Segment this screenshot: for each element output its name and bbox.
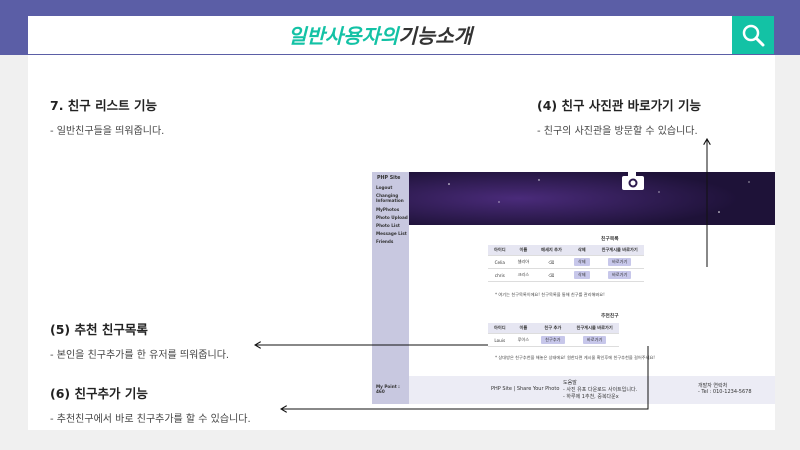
col-header: 친구게시물 바로가기	[570, 323, 619, 334]
cell-id: Celia	[488, 255, 512, 269]
table-row: Celia 셀리아 ⌫ 삭제 바로가기	[488, 255, 644, 269]
banner-galaxy	[409, 172, 775, 225]
search-icon	[742, 24, 765, 47]
section-friend-list: 7. 친구 리스트 기능 - 일반친구들을 띄워줍니다.	[50, 95, 164, 137]
cell-id: Louis	[488, 333, 512, 347]
col-header: 이름	[511, 245, 536, 256]
title-accent: 일반사용자의	[287, 24, 399, 48]
message-icon[interactable]: ⌫	[535, 255, 568, 269]
delete-button[interactable]: 삭제	[573, 271, 590, 279]
col-header: 친구 추가	[535, 323, 571, 334]
mini-sidebar: PHP Site Logout Changing Information MyP…	[372, 172, 409, 404]
delete-button[interactable]: 삭제	[573, 258, 590, 266]
embedded-screenshot: PHP Site Logout Changing Information MyP…	[372, 172, 775, 404]
goto-button[interactable]: 바로가기	[582, 336, 607, 344]
cell-name: 크리스	[511, 268, 536, 282]
mini-recommend-note: * 상대방은 친구추천을 해놓은 상태에요! 원한다면 게시물 확인후에 친구추…	[495, 355, 655, 360]
cell-id: chris	[488, 268, 512, 282]
title-bar: 일반사용자의기능소개	[28, 16, 732, 54]
mini-nav-photo-list[interactable]: Photo List	[376, 223, 400, 228]
page-title: 일반사용자의기능소개	[28, 20, 732, 49]
section-recommend: (5) 추천 친구목록 - 본인을 친구추가를 한 유저를 띄워줍니다.	[50, 319, 229, 361]
mini-friends-table: 아이디 이름 메세지 추가 삭제 친구게시물 바로가기 Celia 셀리아 ⌫ …	[488, 245, 644, 282]
title-rest: 기능소개	[398, 24, 472, 48]
bottom-margin	[0, 430, 800, 450]
message-icon[interactable]: ⌫	[535, 268, 568, 282]
footer-help-2: - 하루에 1추천, 중복다운x	[563, 394, 619, 400]
mini-nav-changing-info[interactable]: Changing Information	[376, 193, 408, 203]
section-desc: - 추천친구에서 바로 친구추가를 할 수 있습니다.	[50, 414, 251, 425]
goto-button[interactable]: 바로가기	[607, 271, 632, 279]
col-header: 이름	[511, 323, 536, 334]
cell-name: 루이스	[511, 333, 536, 347]
table-row: chris 크리스 ⌫ 삭제 바로가기	[488, 268, 644, 282]
mini-nav-logout[interactable]: Logout	[376, 185, 392, 190]
col-header: 친구게시물 바로가기	[595, 245, 644, 256]
col-header: 아이디	[488, 245, 512, 256]
col-header: 메세지 추가	[535, 245, 568, 256]
search-button[interactable]	[732, 16, 774, 54]
footer-dev-tel: - Tel : 010-1234-5678	[698, 389, 752, 395]
mini-nav-photo-upload[interactable]: Photo Upload	[376, 215, 408, 220]
section-title: 7. 친구 리스트 기능	[50, 98, 158, 113]
mini-footer: PHP Site | Share Your Photo 도움말 - 사진 유포 …	[409, 376, 775, 404]
camera-icon	[622, 172, 644, 190]
cell-name: 셀리아	[511, 255, 536, 269]
mini-recommend-heading: 추천친구	[601, 314, 619, 319]
mini-recommend-table: 아이디 이름 친구 추가 친구게시물 바로가기 Louis 루이스 친구추가 바…	[488, 323, 619, 347]
slide: 일반사용자의기능소개 7. 친구 리스트 기능 - 일반친구들을 띄워줍니다. …	[0, 0, 800, 450]
section-title: (5) 추천 친구목록	[50, 322, 148, 337]
mini-nav-friends[interactable]: Friends	[376, 239, 393, 244]
section-desc: - 본인을 친구추가를 한 유저를 띄워줍니다.	[50, 350, 230, 361]
add-friend-button[interactable]: 친구추가	[541, 336, 565, 344]
footer-dev-title: 개발자 연락처	[698, 383, 728, 389]
section-title: (6) 친구추가 기능	[50, 386, 148, 401]
section-desc: - 일반친구들을 띄워줍니다.	[50, 126, 165, 137]
left-margin	[0, 55, 28, 450]
section-desc: - 친구의 사진관을 방문할 수 있습니다.	[537, 126, 698, 137]
footer-brand: PHP Site | Share Your Photo	[491, 386, 560, 392]
mini-nav-message-list[interactable]: Message List	[376, 231, 407, 236]
mini-friends-heading: 친구목록	[601, 237, 619, 242]
mini-banner	[409, 172, 775, 225]
right-margin	[775, 55, 800, 450]
mini-site-name: PHP Site	[377, 176, 401, 181]
mini-point: My Point : 460	[376, 384, 400, 394]
mini-nav-myphotos[interactable]: MyPhotos	[376, 207, 399, 212]
col-header: 아이디	[488, 323, 512, 334]
mini-friends-note: * 여기는 친구목록이에요! 친구목록을 통해 친구를 관리해봐요!	[495, 292, 605, 297]
section-add-friend: (6) 친구추가 기능 - 추천친구에서 바로 친구추가를 할 수 있습니다.	[50, 383, 251, 425]
goto-button[interactable]: 바로가기	[607, 258, 632, 266]
footer-help-1: - 사진 유포 다운로드 사이트입니다.	[563, 387, 638, 393]
section-photo-shortcut: (4) 친구 사진관 바로가기 기능 - 친구의 사진관을 방문할 수 있습니다…	[537, 95, 701, 137]
col-header: 삭제	[567, 245, 596, 256]
section-title: (4) 친구 사진관 바로가기 기능	[537, 98, 702, 113]
footer-help-title: 도움말	[563, 380, 577, 386]
table-row: Louis 루이스 친구추가 바로가기	[488, 333, 619, 347]
